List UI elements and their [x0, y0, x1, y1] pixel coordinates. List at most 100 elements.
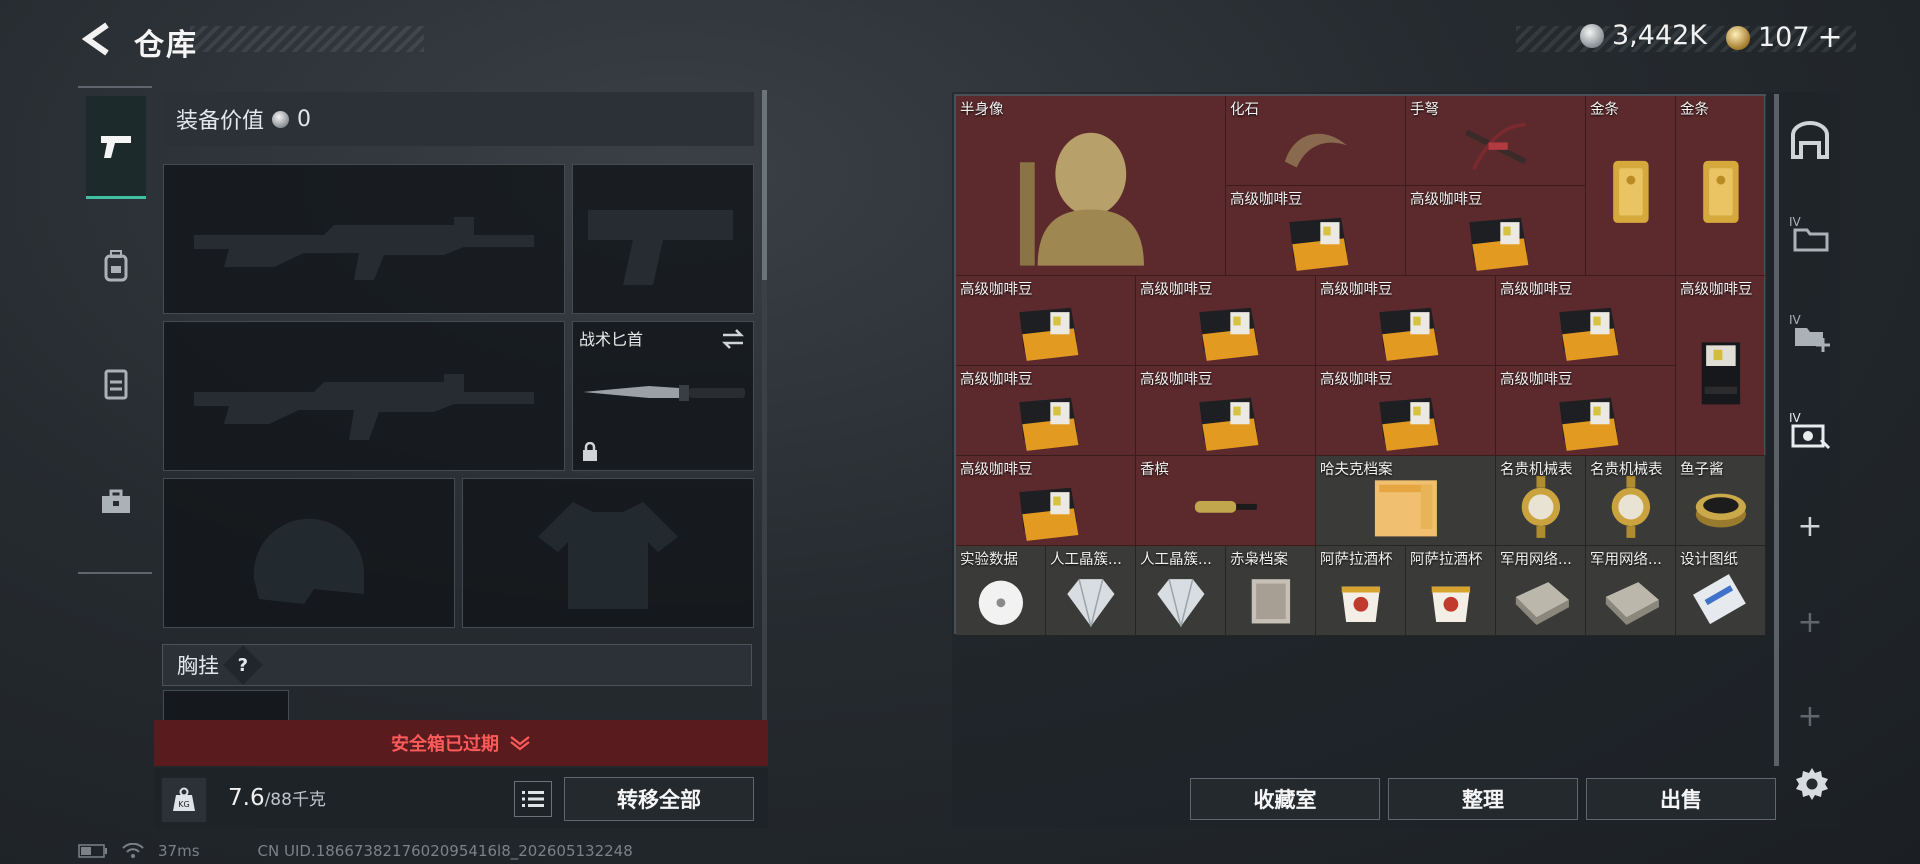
back-button[interactable] [76, 18, 118, 60]
settings-button[interactable] [1790, 762, 1834, 806]
stash-item-label: 阿萨拉酒杯 [1320, 552, 1393, 568]
add-storage-button-disabled[interactable]: + [1786, 692, 1834, 740]
stash-item[interactable]: 高级咖啡豆 [1406, 186, 1586, 276]
stash-item-label: 哈夫克档案 [1320, 462, 1393, 478]
stash-item[interactable]: 人工晶簇... [1136, 546, 1226, 636]
list-view-button[interactable] [514, 781, 552, 817]
stash-item-label: 金条 [1590, 102, 1619, 118]
stash-item[interactable]: 高级咖啡豆 [1496, 276, 1676, 366]
weight-icon: KG [162, 778, 206, 822]
help-icon[interactable]: ? [223, 645, 263, 685]
stash-item[interactable]: 人工晶簇... [1046, 546, 1136, 636]
stash-item[interactable]: 名贵机械表 [1496, 456, 1586, 546]
stash-item[interactable]: 半身像 [956, 96, 1226, 276]
nav-weapons[interactable] [86, 96, 146, 199]
storage-nav: IV IV IV + + + [1780, 92, 1840, 782]
storage-tab-3[interactable]: IV [1786, 406, 1834, 454]
item-art-coffee-tall [1684, 335, 1758, 413]
safe-box-expired-bar[interactable]: 安全箱已过期 [154, 720, 768, 766]
safe-box-expired-text: 安全箱已过期 [391, 734, 499, 755]
helmet-silhouette-icon [253, 518, 364, 604]
nav-toolbox[interactable] [86, 452, 146, 552]
swap-icon[interactable] [721, 328, 745, 350]
nav-backpack[interactable] [86, 216, 146, 316]
item-art-watch [1594, 470, 1668, 545]
stash-item[interactable]: 高级咖啡豆 [956, 276, 1136, 366]
storage-tab-1[interactable]: IV [1786, 210, 1834, 258]
silver-coin-icon [1580, 23, 1604, 48]
stash-scrollbar[interactable] [1774, 94, 1779, 766]
weight-max: /88千克 [264, 790, 326, 810]
helmet-slot[interactable] [163, 478, 455, 628]
stash-grid: 半身像 化石 手弩 金条 金条 高级咖啡豆 高级咖啡豆 高级咖啡豆 高级咖啡豆 高级咖啡豆 高级咖啡… [954, 94, 1766, 636]
rifle-silhouette-icon [194, 217, 534, 280]
stash-item[interactable]: 实验数据 [956, 546, 1046, 636]
stash-item-label: 名贵机械表 [1500, 462, 1573, 478]
stash-item[interactable]: 阿萨拉酒杯 [1406, 546, 1496, 636]
stash-item[interactable]: 名贵机械表 [1586, 456, 1676, 546]
stash-item-label: 高级咖啡豆 [960, 372, 1033, 388]
add-storage-button-disabled[interactable]: + [1786, 598, 1834, 646]
stash-item-label: 高级咖啡豆 [1500, 282, 1573, 298]
item-art-disc [964, 560, 1038, 635]
gold-coin-icon [1726, 25, 1750, 50]
stash-item[interactable]: 军用网络... [1496, 546, 1586, 636]
chest-rig-slot[interactable] [163, 690, 289, 720]
stash-item[interactable]: 金条 [1676, 96, 1766, 276]
stash-item[interactable]: 高级咖啡豆 [1676, 276, 1766, 456]
stash-item[interactable]: 阿萨拉酒杯 [1316, 546, 1406, 636]
sidearm-slot[interactable] [572, 164, 754, 314]
storage-tab-2[interactable]: IV [1786, 308, 1834, 356]
item-art-watch [1504, 470, 1578, 545]
loadout-scroll-thumb[interactable] [762, 90, 767, 280]
add-icon: + [1797, 604, 1823, 640]
knife-art [583, 385, 745, 401]
item-art-coffee [1009, 470, 1083, 545]
storage-iv-icon: IV [1789, 215, 1829, 252]
stash-item[interactable]: 军用网络... [1586, 546, 1676, 636]
stash-item[interactable]: 设计图纸 [1676, 546, 1766, 636]
add-storage-button[interactable]: + [1786, 502, 1834, 550]
item-art-champagne [1189, 470, 1263, 545]
stash-item[interactable]: 鱼子酱 [1676, 456, 1766, 546]
stash-item-label: 半身像 [960, 102, 1004, 118]
stash-item[interactable]: 高级咖啡豆 [1136, 366, 1316, 456]
stash-item[interactable]: 高级咖啡豆 [1316, 366, 1496, 456]
primary-weapon-slot[interactable] [163, 164, 565, 314]
chest-rig-label: 胸挂 [177, 654, 219, 678]
organize-button[interactable]: 整理 [1388, 778, 1578, 820]
stash-item[interactable]: 金条 [1586, 96, 1676, 276]
pistol-silhouette-icon [588, 210, 733, 285]
backpack-icon [104, 250, 128, 282]
add-gold-icon[interactable]: + [1818, 20, 1843, 55]
stash-item[interactable]: 高级咖啡豆 [1226, 186, 1406, 276]
stash-item-label: 高级咖啡豆 [1410, 192, 1483, 208]
sell-button[interactable]: 出售 [1586, 778, 1776, 820]
nav-vest[interactable] [86, 334, 146, 434]
stash-item[interactable]: 手弩 [1406, 96, 1586, 186]
stash-item[interactable]: 高级咖啡豆 [1496, 366, 1676, 456]
stash-item[interactable]: 赤枭档案 [1226, 546, 1316, 636]
vault-tab[interactable] [1786, 116, 1834, 164]
stash-item[interactable]: 高级咖啡豆 [956, 366, 1136, 456]
knife-slot[interactable]: 战术匕首 [572, 321, 754, 471]
item-art-board [1504, 560, 1578, 635]
pistol-icon [101, 136, 131, 158]
stash-item[interactable]: 高级咖啡豆 [956, 456, 1136, 546]
stash-item[interactable]: 高级咖啡豆 [1136, 276, 1316, 366]
stash-item-label: 实验数据 [960, 552, 1018, 568]
stash-item[interactable]: 哈夫克档案 [1316, 456, 1496, 546]
armor-slot[interactable] [462, 478, 754, 628]
stash-item-label: 人工晶簇... [1050, 552, 1122, 568]
toolbox-icon [102, 489, 130, 513]
add-icon: + [1797, 508, 1823, 544]
stash-item[interactable]: 香槟 [1136, 456, 1316, 546]
stash-item[interactable]: 化石 [1226, 96, 1406, 186]
chevron-left-icon [81, 22, 109, 56]
stash-item-label: 香槟 [1140, 462, 1169, 478]
stash-item[interactable]: 高级咖啡豆 [1316, 276, 1496, 366]
collection-room-button[interactable]: 收藏室 [1190, 778, 1380, 820]
transfer-all-button[interactable]: 转移全部 [564, 777, 754, 821]
secondary-weapon-slot[interactable] [163, 321, 565, 471]
gold-currency[interactable]: 107 + [1726, 20, 1843, 55]
